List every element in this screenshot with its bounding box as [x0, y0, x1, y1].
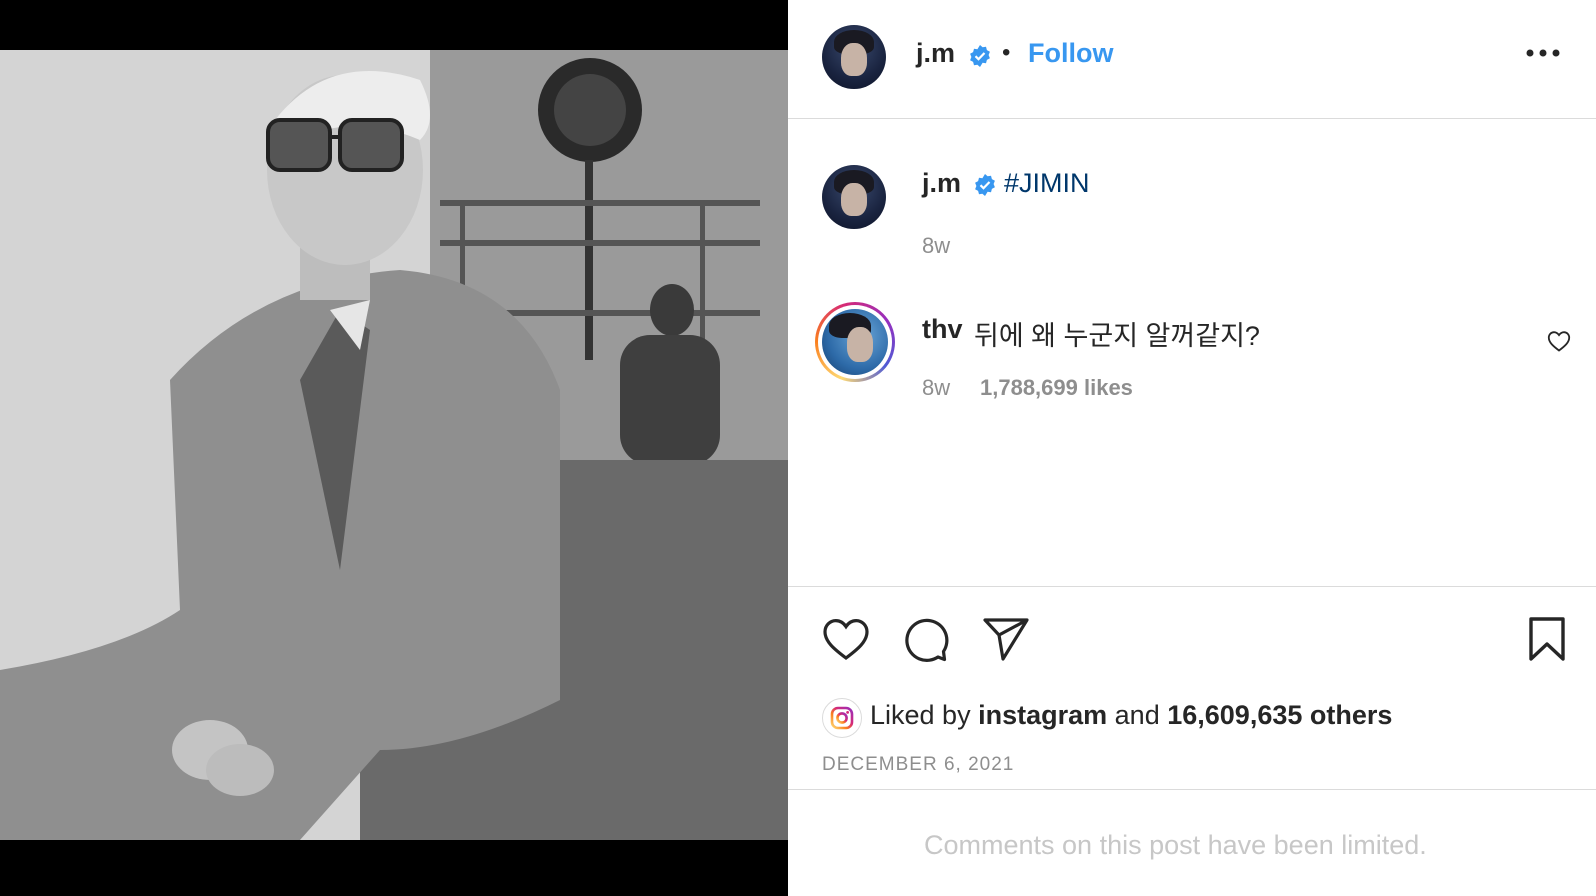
actions-divider	[788, 586, 1596, 587]
liked-by-others[interactable]: 16,609,635 others	[1167, 700, 1392, 730]
caption-age[interactable]: 8w	[922, 233, 950, 259]
story-ring[interactable]	[815, 302, 895, 382]
verified-badge-icon	[970, 45, 990, 67]
heart-icon[interactable]	[822, 617, 870, 661]
more-options-icon[interactable]	[1525, 48, 1561, 58]
liked-by-text: Liked by instagram and 16,609,635 others	[870, 700, 1392, 731]
post-photo[interactable]	[0, 50, 788, 840]
verified-badge-icon	[975, 174, 995, 196]
bookmark-icon[interactable]	[1527, 616, 1567, 662]
post-date[interactable]: DECEMBER 6, 2021	[822, 754, 1014, 776]
liked-by-prefix: Liked by	[870, 700, 971, 730]
post-details-panel: j.m • Follow j.m #JIMIN 8w thv 뒤에 왜 누군지 …	[788, 0, 1596, 896]
liked-by-user[interactable]: instagram	[978, 700, 1107, 730]
commenter-username[interactable]: thv	[922, 314, 963, 345]
small-heart-icon[interactable]	[1547, 330, 1571, 352]
caption-hashtag[interactable]: #JIMIN	[1004, 168, 1090, 199]
header-separator: •	[1002, 39, 1011, 66]
commenter-avatar	[822, 309, 888, 375]
comment-likes[interactable]: 1,788,699 likes	[980, 375, 1133, 401]
footer-divider	[788, 789, 1596, 790]
comment-text: 뒤에 왜 누군지 알꺼같지?	[974, 321, 1260, 351]
caption-author-username[interactable]: j.m	[922, 168, 961, 199]
paper-plane-icon[interactable]	[982, 616, 1030, 662]
instagram-logo-icon[interactable]	[822, 698, 862, 738]
author-avatar[interactable]	[822, 25, 886, 89]
caption-author-avatar[interactable]	[822, 165, 886, 229]
liked-by-and: and	[1114, 700, 1160, 730]
comment-age[interactable]: 8w	[922, 375, 950, 401]
media-pane	[0, 0, 788, 896]
author-username[interactable]: j.m	[916, 38, 955, 69]
comments-limited-notice: Comments on this post have been limited.	[924, 830, 1427, 860]
comment-icon[interactable]	[902, 616, 950, 664]
header-divider	[788, 118, 1596, 119]
photo-illustration	[0, 50, 788, 840]
follow-button[interactable]: Follow	[1028, 38, 1113, 69]
